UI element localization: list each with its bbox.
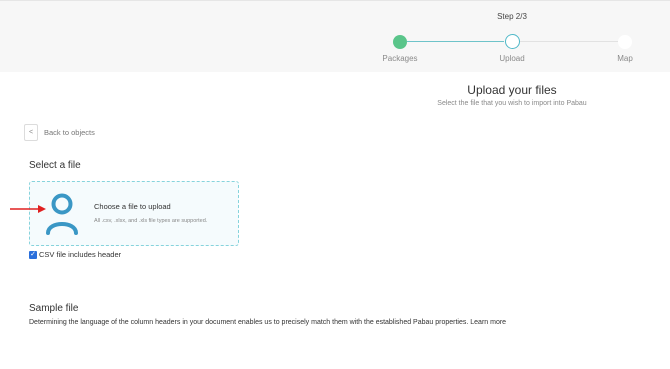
step-connector-todo	[520, 41, 618, 42]
step-indicator: Step 2/3	[497, 12, 527, 21]
sample-file-text: Determining the language of the column h…	[29, 319, 469, 326]
dropzone-title: Choose a file to upload	[94, 202, 171, 211]
dropzone-hint: All .csv, .xlsx, and .xls file types are…	[94, 218, 208, 224]
back-to-objects-link[interactable]: < Back to objects	[24, 124, 95, 141]
step-dot-map[interactable]	[618, 35, 632, 49]
annotation-arrow-icon	[10, 205, 46, 213]
page-title: Upload your files	[467, 83, 557, 97]
back-link-label[interactable]: Back to objects	[44, 128, 95, 137]
stepper: Step 2/3 Packages Upload Map	[0, 0, 670, 72]
page-subtitle: Select the file that you wish to import …	[437, 100, 587, 107]
csv-header-checkbox-row[interactable]: ✓ CSV file includes header	[29, 250, 121, 259]
csv-header-checkbox[interactable]: ✓	[29, 250, 37, 259]
file-dropzone[interactable]: Choose a file to upload All .csv, .xlsx,…	[29, 181, 239, 246]
chevron-left-icon[interactable]: <	[24, 124, 38, 141]
csv-header-checkbox-label[interactable]: CSV file includes header	[39, 250, 121, 259]
step-dot-upload[interactable]	[505, 34, 520, 49]
sample-file-description: Determining the language of the column h…	[29, 319, 506, 326]
user-icon	[46, 193, 78, 235]
step-dot-packages[interactable]	[393, 35, 407, 49]
select-file-heading: Select a file	[29, 160, 81, 171]
step-connector-done	[407, 41, 504, 42]
learn-more-link[interactable]: Learn more	[470, 319, 506, 326]
step-label-upload: Upload	[499, 54, 525, 63]
step-label-packages: Packages	[382, 54, 418, 63]
step-label-map: Map	[617, 54, 633, 63]
sample-file-heading: Sample file	[29, 303, 79, 314]
